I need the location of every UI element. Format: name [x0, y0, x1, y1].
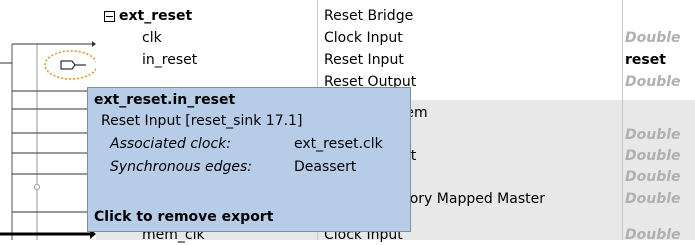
tooltip-edges-value: Deassert [294, 159, 357, 175]
connections-panel [0, 0, 96, 240]
export-field[interactable]: Double [625, 226, 695, 245]
export-field[interactable]: Double [625, 168, 695, 187]
tooltip-edges-label: Synchronous edges: [110, 159, 253, 175]
tooltip-title: ext_reset.in_reset [94, 92, 236, 108]
tooltip-action-hint: Click to remove export [94, 209, 274, 225]
table-row[interactable]: ext_reset Reset Bridge [96, 7, 695, 26]
row-description: Reset Input [324, 52, 404, 68]
export-field[interactable]: Double [625, 147, 695, 166]
tooltip-clock-value: ext_reset.clk [294, 136, 383, 152]
table-row[interactable]: in_reset Reset Input reset [96, 51, 695, 70]
tooltip-interface-type: Reset Input [reset_sink 17.1] [101, 113, 303, 129]
export-field[interactable]: reset [625, 51, 695, 70]
row-description: Reset Bridge [324, 8, 414, 24]
row-description: Clock Input [324, 30, 403, 46]
export-port-icon[interactable] [60, 60, 86, 70]
row-name-text: ext_reset [119, 8, 193, 24]
system-contents-view: ext_reset Reset Bridge clk Clock Input D… [0, 0, 695, 243]
tooltip-clock-label: Associated clock: [110, 136, 232, 152]
row-name: ext_reset [119, 7, 341, 26]
export-field[interactable]: Double [625, 190, 695, 209]
connection-lines [0, 41, 96, 240]
export-field[interactable]: Double [625, 29, 695, 48]
port-tooltip: ext_reset.in_reset Reset Input [reset_si… [87, 87, 411, 232]
export-field[interactable]: Double [625, 126, 695, 145]
minus-box-icon[interactable] [104, 11, 115, 22]
table-row[interactable]: clk Clock Input Double [96, 29, 695, 48]
export-highlight[interactable] [0, 46, 96, 86]
export-field[interactable]: Double [625, 73, 695, 92]
